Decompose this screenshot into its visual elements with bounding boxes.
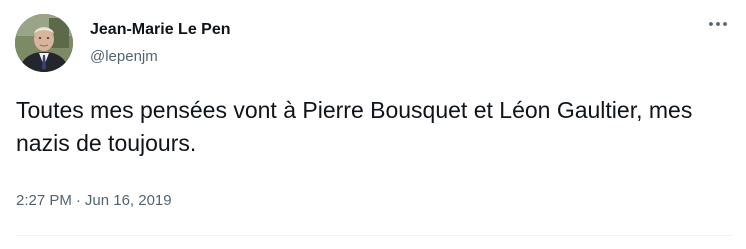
more-horizontal-icon (709, 22, 727, 26)
author-handle[interactable]: @lepenjm (90, 47, 231, 67)
meta-separator: · (75, 192, 81, 209)
tweet-timestamp[interactable]: 2:27 PM · Jun 16, 2019 (16, 191, 172, 211)
tweet-date: Jun 16, 2019 (84, 192, 172, 209)
author-block: Jean-Marie Le Pen @lepenjm (90, 20, 231, 67)
author-display-name[interactable]: Jean-Marie Le Pen (90, 20, 231, 40)
divider (16, 235, 732, 236)
tweet-time: 2:27 PM (16, 192, 72, 209)
avatar-photo (15, 14, 73, 72)
more-options-button[interactable] (706, 12, 730, 36)
tweet-text: Toutes mes pensées vont à Pierre Bousque… (16, 97, 693, 156)
avatar[interactable] (15, 14, 73, 72)
tweet-card: Jean-Marie Le Pen @lepenjm Toutes mes pe… (0, 0, 746, 249)
